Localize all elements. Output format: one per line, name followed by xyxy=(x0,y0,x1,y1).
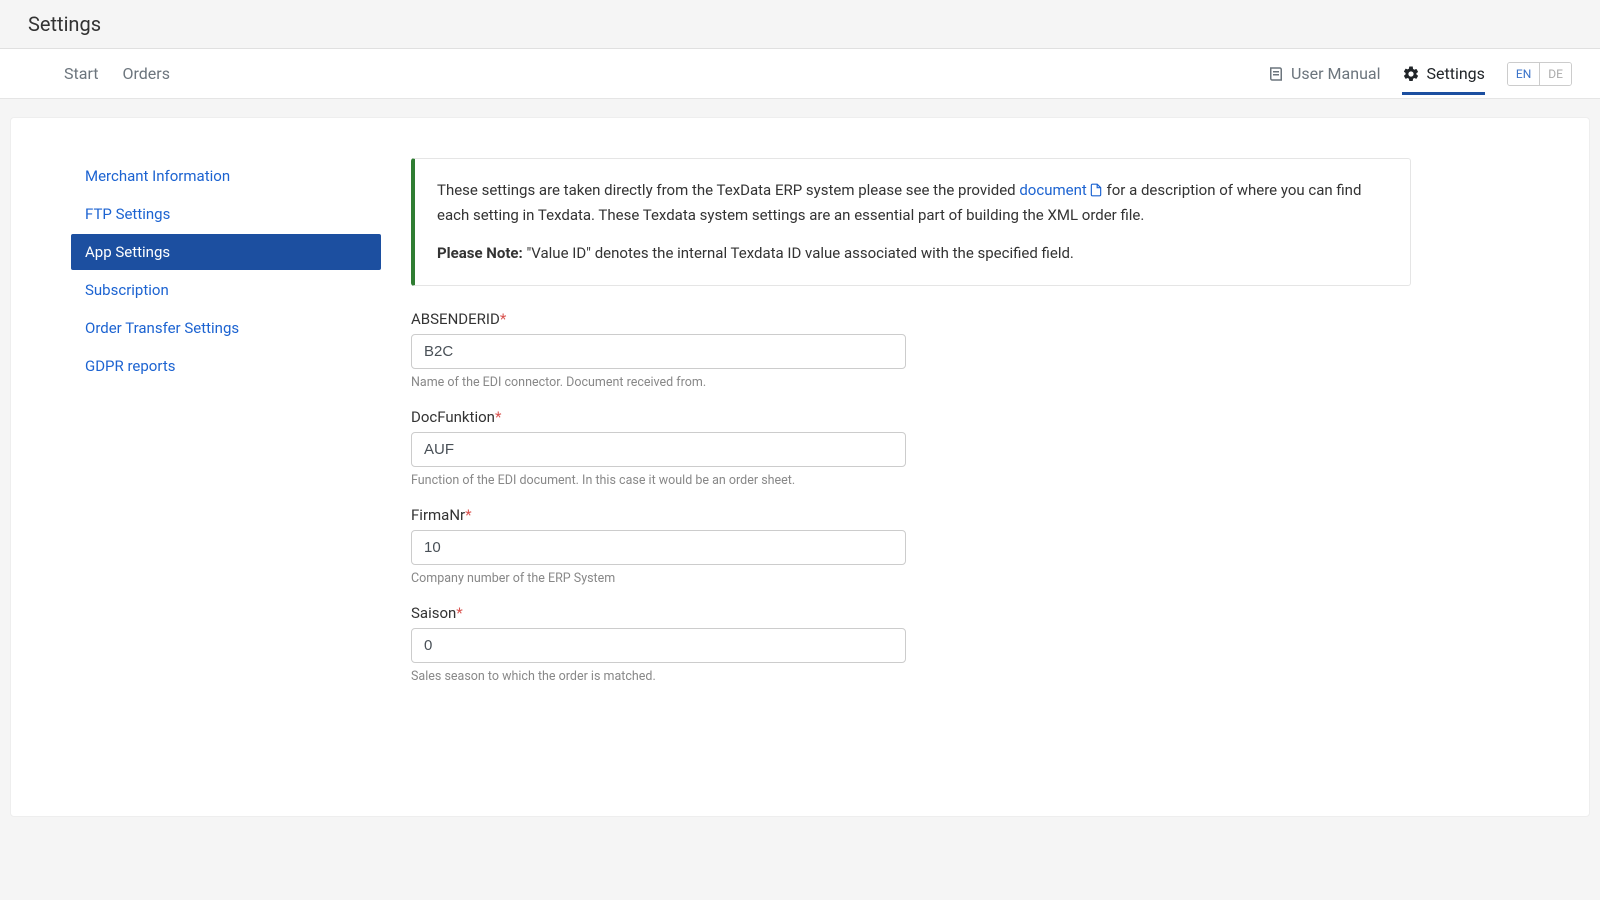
required-asterisk: * xyxy=(495,408,501,426)
field-saison: Saison* Sales season to which the order … xyxy=(411,604,906,684)
field-label: DocFunktion* xyxy=(411,408,906,426)
nav-user-manual[interactable]: User Manual xyxy=(1267,52,1380,95)
sidebar-item-subscription[interactable]: Subscription xyxy=(71,272,381,308)
field-help: Company number of the ERP System xyxy=(411,571,906,586)
sidebar-item-gdpr-reports[interactable]: GDPR reports xyxy=(71,348,381,384)
pdf-icon xyxy=(1089,181,1103,204)
required-asterisk: * xyxy=(500,310,506,328)
document-link-label: document xyxy=(1019,181,1086,199)
notice-text: "Value ID" denotes the internal Texdata … xyxy=(523,244,1074,262)
notice-paragraph-1: These settings are taken directly from t… xyxy=(437,179,1388,226)
required-asterisk: * xyxy=(465,506,471,524)
field-help: Sales season to which the order is match… xyxy=(411,669,906,684)
main-panel: These settings are taken directly from t… xyxy=(411,158,1411,702)
notice-paragraph-2: Please Note: "Value ID" denotes the inte… xyxy=(437,242,1388,265)
required-asterisk: * xyxy=(456,604,462,622)
sidebar-item-order-transfer-settings[interactable]: Order Transfer Settings xyxy=(71,310,381,346)
language-switch: EN DE xyxy=(1507,62,1572,86)
field-docfunktion: DocFunktion* Function of the EDI documen… xyxy=(411,408,906,488)
field-label: FirmaNr* xyxy=(411,506,906,524)
layout: Merchant Information FTP Settings App Se… xyxy=(71,158,1549,702)
topbar: Settings xyxy=(0,0,1600,49)
field-absenderid: ABSENDERID* Name of the EDI connector. D… xyxy=(411,310,906,390)
lang-de[interactable]: DE xyxy=(1539,63,1571,85)
sidebar-item-ftp-settings[interactable]: FTP Settings xyxy=(71,196,381,232)
page-wrap: Merchant Information FTP Settings App Se… xyxy=(0,99,1600,835)
lang-en[interactable]: EN xyxy=(1508,63,1539,85)
label-text: Saison xyxy=(411,604,456,622)
document-link[interactable]: document xyxy=(1019,181,1102,199)
sidebar-item-merchant-information[interactable]: Merchant Information xyxy=(71,158,381,194)
sidebar-item-app-settings[interactable]: App Settings xyxy=(71,234,381,270)
field-label: ABSENDERID* xyxy=(411,310,906,328)
navbar-right: User Manual Settings EN DE xyxy=(1267,52,1572,95)
navbar-left: Start Orders xyxy=(64,50,170,97)
saison-input[interactable] xyxy=(411,628,906,663)
nav-user-manual-label: User Manual xyxy=(1291,64,1380,83)
gear-icon xyxy=(1402,65,1420,83)
nav-link-orders[interactable]: Orders xyxy=(122,50,169,97)
docfunktion-input[interactable] xyxy=(411,432,906,467)
nav-settings[interactable]: Settings xyxy=(1402,52,1484,95)
notice-strong: Please Note: xyxy=(437,244,523,262)
page-title: Settings xyxy=(28,12,1572,36)
notice-text: These settings are taken directly from t… xyxy=(437,181,1019,199)
field-help: Function of the EDI document. In this ca… xyxy=(411,473,906,488)
field-label: Saison* xyxy=(411,604,906,622)
field-firmanr: FirmaNr* Company number of the ERP Syste… xyxy=(411,506,906,586)
firmanr-input[interactable] xyxy=(411,530,906,565)
label-text: FirmaNr xyxy=(411,506,465,524)
field-help: Name of the EDI connector. Document rece… xyxy=(411,375,906,390)
label-text: DocFunktion xyxy=(411,408,495,426)
book-icon xyxy=(1267,65,1285,83)
info-notice: These settings are taken directly from t… xyxy=(411,158,1411,286)
navbar: Start Orders User Manual Settings EN DE xyxy=(0,49,1600,99)
nav-link-start[interactable]: Start xyxy=(64,50,98,97)
settings-sidebar: Merchant Information FTP Settings App Se… xyxy=(71,158,381,702)
label-text: ABSENDERID xyxy=(411,310,500,328)
absenderid-input[interactable] xyxy=(411,334,906,369)
content-card: Merchant Information FTP Settings App Se… xyxy=(10,117,1590,817)
nav-settings-label: Settings xyxy=(1426,64,1484,83)
